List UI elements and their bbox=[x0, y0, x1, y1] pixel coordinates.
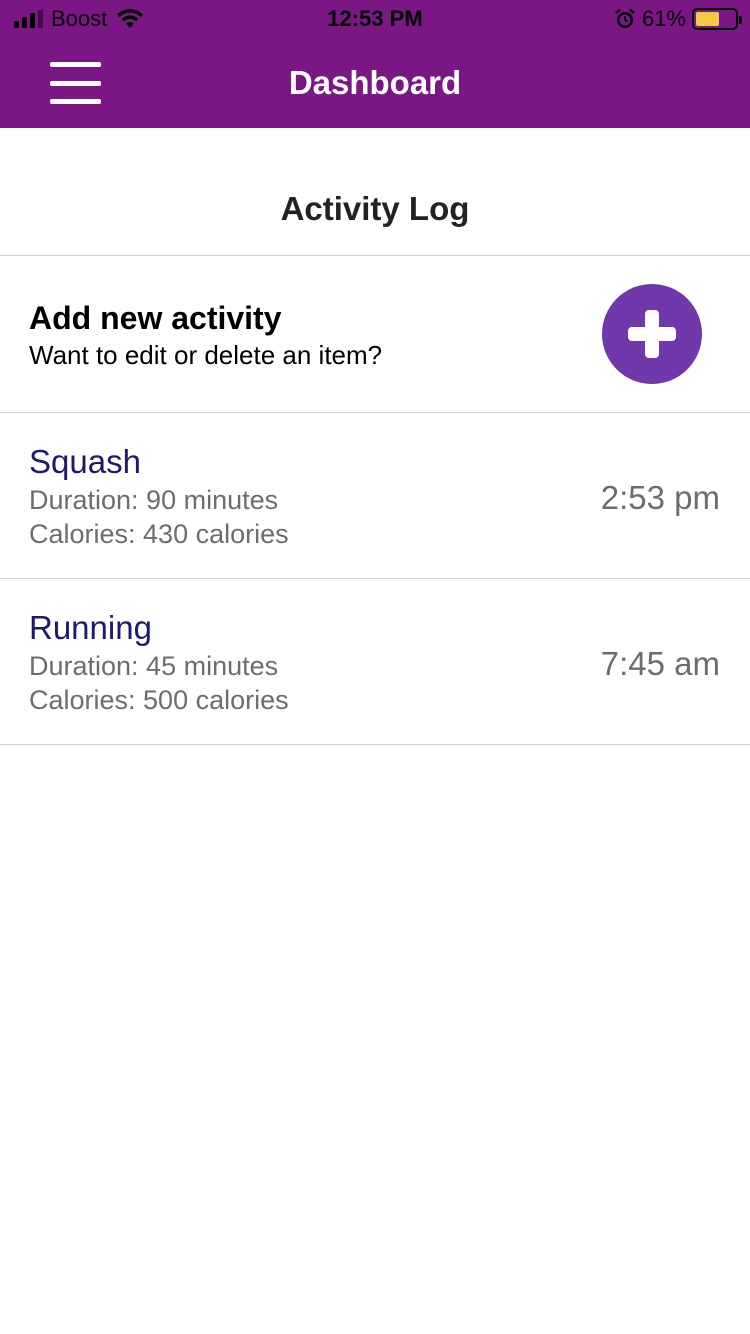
activity-duration: Duration: 45 minutes bbox=[29, 651, 279, 681]
app-top-bar: Boost 12:53 PM 61% Dashboard bbox=[0, 0, 750, 128]
page-title: Dashboard bbox=[288, 64, 462, 101]
status-right: 61% bbox=[614, 6, 742, 32]
alarm-icon bbox=[615, 8, 635, 28]
status-bar: Boost 12:53 PM 61% bbox=[0, 0, 750, 40]
navigation-header: Dashboard bbox=[0, 40, 750, 128]
activity-name: Squash bbox=[29, 443, 141, 480]
activity-time: 7:45 am bbox=[600, 645, 720, 682]
list-item[interactable]: Squash Duration: 90 minutes Calories: 43… bbox=[0, 413, 750, 579]
activity-time: 2:53 pm bbox=[600, 479, 720, 516]
activity-calories: Calories: 500 calories bbox=[29, 685, 289, 715]
battery-icon bbox=[692, 8, 742, 30]
list-item[interactable]: Running Duration: 45 minutes Calories: 5… bbox=[0, 579, 750, 745]
activity-name: Running bbox=[29, 609, 152, 646]
activity-calories: Calories: 430 calories bbox=[29, 519, 289, 549]
divider bbox=[0, 744, 750, 745]
add-activity-subtitle: Want to edit or delete an item? bbox=[29, 340, 383, 370]
activity-duration: Duration: 90 minutes bbox=[29, 485, 279, 515]
add-activity-row[interactable]: Add new activity Want to edit or delete … bbox=[0, 256, 750, 412]
battery-percent: 61% bbox=[641, 6, 686, 31]
add-activity-title: Add new activity bbox=[29, 300, 282, 336]
section-title: Activity Log bbox=[280, 190, 470, 227]
add-activity-button[interactable] bbox=[602, 284, 702, 384]
